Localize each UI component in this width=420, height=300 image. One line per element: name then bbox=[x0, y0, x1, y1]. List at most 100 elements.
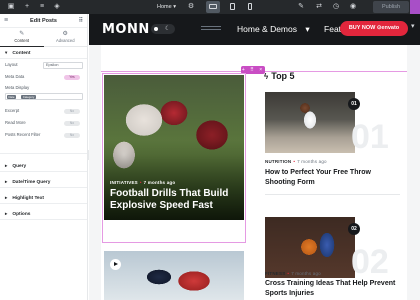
brush-icon[interactable]: ✎ bbox=[296, 2, 306, 12]
section-date-time-query-header[interactable]: ▸ Date/Time Query bbox=[0, 176, 87, 188]
section-content-header[interactable]: ▾ Content bbox=[0, 47, 87, 59]
canvas-right-margin bbox=[407, 45, 420, 300]
meta-separator: • bbox=[293, 159, 296, 164]
mobile-icon bbox=[248, 3, 252, 10]
featured-post-card[interactable]: INITIATIVES • 7 months ago Football Drills… bbox=[104, 75, 244, 220]
layers-icon[interactable]: ◈ bbox=[52, 2, 62, 12]
structure-icon[interactable]: ≡ bbox=[37, 2, 47, 12]
chevron-down-icon: ▾ bbox=[305, 24, 310, 34]
layout-label: Layout bbox=[5, 62, 18, 67]
rank-number-watermark: 02 bbox=[351, 243, 389, 281]
top-post-image[interactable] bbox=[265, 217, 355, 278]
posts-recent-filter-control: Posts Recent Filter No bbox=[0, 129, 87, 141]
editor-panel: ≡ Edit Posts ⠿ ✎ Content ⚙ Advanced ▾ Co… bbox=[0, 14, 88, 300]
site-logo[interactable]: MONN bbox=[102, 22, 150, 37]
preview-eye-icon[interactable]: ◉ bbox=[348, 2, 358, 12]
top5-title: Top 5 bbox=[271, 71, 295, 81]
publish-options-button[interactable] bbox=[410, 0, 420, 14]
gear-icon: ⚙ bbox=[62, 31, 68, 37]
pencil-icon: ✎ bbox=[19, 31, 25, 37]
tab-content[interactable]: ✎ Content bbox=[0, 28, 44, 47]
section-query-label: Query bbox=[12, 164, 27, 169]
section-options-label: Options bbox=[12, 212, 31, 217]
tab-advanced[interactable]: ⚙ Advanced bbox=[44, 28, 88, 46]
read-more-label: Read More bbox=[5, 120, 26, 125]
add-element-icon[interactable]: + bbox=[22, 2, 32, 12]
buy-now-button[interactable]: BUY NOW ⊙envato bbox=[340, 21, 408, 36]
excerpt-label: Excerpt bbox=[5, 108, 20, 113]
menu-icon[interactable]: ≡ bbox=[4, 14, 8, 28]
moon-icon: ☾ bbox=[165, 26, 171, 32]
meta-data-control: Meta Data Yes bbox=[0, 71, 87, 83]
top-post-title[interactable]: Cross Training Ideas That Help Prevent S… bbox=[265, 279, 400, 298]
posts-recent-filter-toggle[interactable]: No bbox=[64, 132, 80, 138]
excerpt-toggle[interactable]: No bbox=[64, 108, 80, 114]
read-more-toggle[interactable]: No bbox=[64, 120, 80, 126]
play-icon[interactable] bbox=[110, 259, 121, 270]
caret-right-icon: ▸ bbox=[5, 179, 8, 184]
publish-button[interactable]: Publish bbox=[373, 1, 409, 13]
panel-title: Edit Posts bbox=[30, 18, 57, 24]
elementor-logo-icon[interactable]: ▣ bbox=[6, 2, 16, 12]
nav-item-home-demos[interactable]: Home & Demos ▾ bbox=[237, 24, 316, 34]
top-post-category[interactable]: FITNESS bbox=[265, 271, 285, 276]
panel-header: ≡ Edit Posts ⠿ bbox=[0, 14, 87, 28]
posts-recent-filter-label: Posts Recent Filter bbox=[5, 132, 41, 137]
widgets-grid-icon[interactable]: ⠿ bbox=[79, 14, 83, 28]
tablet-view-button[interactable] bbox=[225, 1, 239, 13]
nav-item-label: Home & Demos bbox=[237, 24, 297, 34]
featured-post-category[interactable]: INITIATIVES bbox=[110, 180, 138, 185]
read-more-control: Read More No bbox=[0, 117, 87, 129]
caret-right-icon: ▸ bbox=[5, 195, 8, 200]
video-post-card[interactable] bbox=[104, 251, 244, 300]
preview-canvas: MONN ☾ Home & Demos ▾ Features ▾ In BUY … bbox=[89, 14, 420, 300]
section-highlight-text-label: Highlight Text bbox=[12, 196, 44, 201]
section-options-header[interactable]: ▸ Options bbox=[0, 208, 87, 220]
editor-top-bar: ▣ + ≡ ◈ Home ▾ ⚙ ✎ ⇄ ◷ ◉ Publish bbox=[0, 0, 420, 14]
layout-control: Layout Epsilon bbox=[0, 59, 87, 71]
toggle-knob bbox=[154, 27, 158, 31]
layout-select[interactable]: Epsilon bbox=[43, 62, 83, 69]
section-content-label: Content bbox=[12, 51, 31, 56]
section-query-header[interactable]: ▸ Query bbox=[0, 160, 87, 172]
chevron-down-icon: ▾ bbox=[173, 4, 176, 10]
tablet-icon bbox=[229, 3, 235, 10]
mobile-view-button[interactable] bbox=[243, 1, 257, 13]
top-post-meta: NUTRITION • 7 months ago bbox=[265, 159, 327, 164]
chevron-down-icon[interactable]: ▾ bbox=[411, 22, 415, 30]
rank-badge: 02 bbox=[348, 223, 360, 235]
top-post-time: 7 months ago bbox=[297, 159, 327, 164]
section-divider bbox=[0, 153, 87, 154]
share-icon[interactable]: ⇄ bbox=[314, 2, 324, 12]
hamburger-menu-icon[interactable] bbox=[201, 26, 221, 32]
chip-container[interactable]: Date Category bbox=[5, 93, 83, 100]
settings-icon[interactable]: ⚙ bbox=[186, 2, 196, 12]
section-date-time-query-label: Date/Time Query bbox=[12, 180, 51, 185]
page-select-dropdown[interactable]: Home ▾ bbox=[157, 2, 176, 12]
chip-category[interactable]: Category bbox=[21, 95, 36, 99]
panel-tabs: ✎ Content ⚙ Advanced bbox=[0, 28, 87, 47]
meta-display-control: Meta Display bbox=[0, 83, 87, 92]
section-highlight-text-header[interactable]: ▸ Highlight Text bbox=[0, 192, 87, 204]
meta-data-toggle[interactable]: Yes bbox=[64, 74, 80, 80]
chip-date[interactable]: Date bbox=[7, 95, 16, 99]
page-select-label: Home bbox=[157, 4, 172, 10]
top-post-image[interactable] bbox=[265, 92, 355, 153]
canvas-left-margin bbox=[89, 45, 101, 300]
meta-data-label: Meta Data bbox=[5, 74, 25, 79]
dark-mode-toggle[interactable]: ☾ bbox=[151, 24, 175, 34]
tab-advanced-label: Advanced bbox=[55, 38, 75, 43]
featured-post-title[interactable]: Football Drills That Build Explosive Spe… bbox=[110, 188, 240, 212]
top5-heading: ϟ Top 5 bbox=[264, 71, 295, 81]
desktop-icon bbox=[209, 4, 217, 9]
item-separator bbox=[265, 194, 400, 195]
top-post-title[interactable]: How to Perfect Your Free Throw Shooting … bbox=[265, 168, 400, 187]
caret-down-icon: ▾ bbox=[5, 50, 8, 55]
top-post-category[interactable]: NUTRITION bbox=[265, 159, 291, 164]
excerpt-control: Excerpt No bbox=[0, 105, 87, 117]
meta-display-select[interactable]: Date Category bbox=[0, 92, 87, 102]
caret-right-icon: ▸ bbox=[5, 163, 8, 168]
desktop-view-button[interactable] bbox=[206, 1, 220, 13]
history-icon[interactable]: ◷ bbox=[331, 2, 341, 12]
rank-badge: 01 bbox=[348, 98, 360, 110]
